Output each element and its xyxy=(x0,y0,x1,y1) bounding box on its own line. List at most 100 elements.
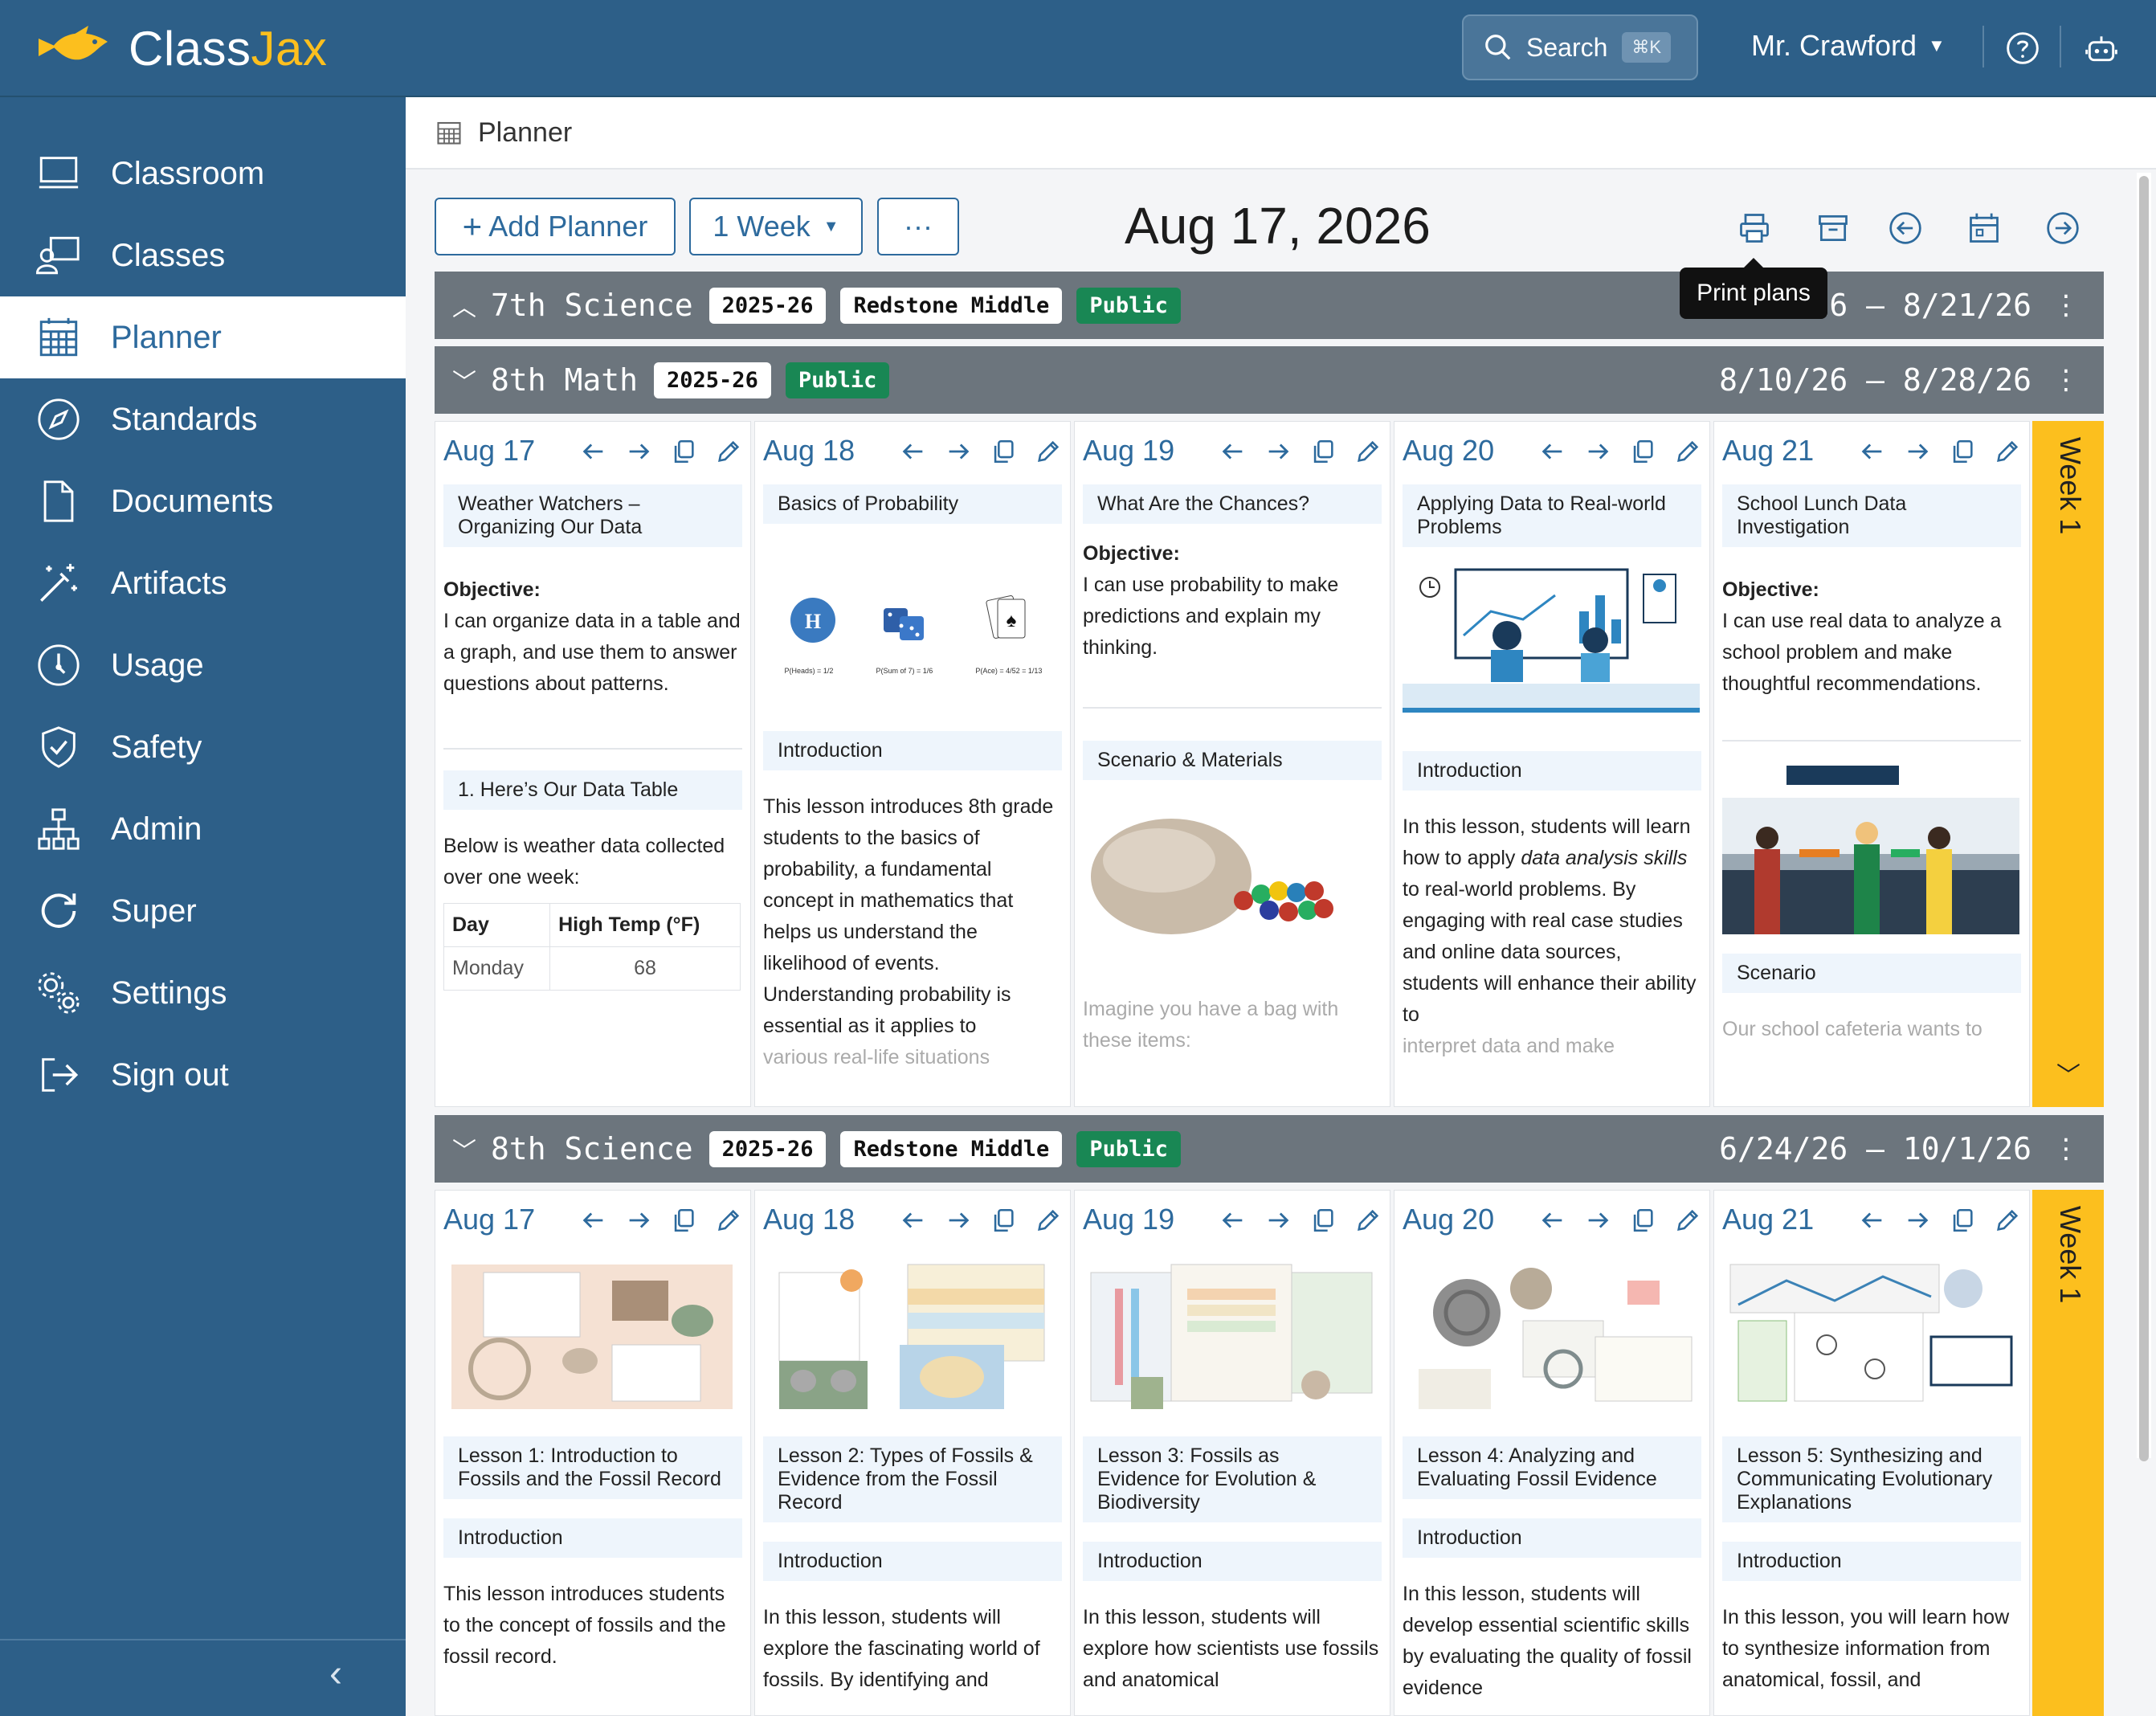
arrow-right-icon[interactable] xyxy=(625,1207,652,1234)
section-heading[interactable]: Scenario & Materials xyxy=(1083,741,1382,780)
pencil-icon[interactable] xyxy=(1035,1207,1062,1234)
section-heading[interactable]: Introduction xyxy=(443,1518,742,1558)
arrow-right-icon[interactable] xyxy=(1904,1207,1931,1234)
scrollbar-thumb[interactable] xyxy=(2139,176,2149,1461)
lesson-title[interactable]: Lesson 1: Introduction to Fossils and th… xyxy=(443,1436,742,1499)
lesson-title[interactable]: Lesson 2: Types of Fossils & Evidence fr… xyxy=(763,1436,1062,1522)
sidebar-item-super[interactable]: Super xyxy=(0,870,406,952)
sidebar-item-documents[interactable]: Documents xyxy=(0,460,406,542)
sidebar-item-safety[interactable]: Safety xyxy=(0,706,406,788)
lesson-title[interactable]: Basics of Probability xyxy=(763,484,1062,524)
arrow-right-icon[interactable] xyxy=(1264,1207,1292,1234)
arrow-right-icon[interactable] xyxy=(1584,438,1611,465)
arrow-left-icon[interactable] xyxy=(900,438,927,465)
range-select[interactable]: 1 Week ▼ xyxy=(689,198,863,255)
chevron-down-icon[interactable]: ﹀ xyxy=(2056,1056,2080,1091)
help-icon[interactable] xyxy=(2005,31,2040,66)
copy-icon[interactable] xyxy=(1309,438,1337,465)
scrollbar[interactable] xyxy=(2137,173,2151,1461)
planner-bar-8th-science[interactable]: ﹀ 8th Science 2025-26 Redstone Middle Pu… xyxy=(435,1115,2104,1183)
section-heading[interactable]: Introduction xyxy=(1403,751,1701,791)
calendar-icon[interactable] xyxy=(1966,210,2002,246)
copy-icon[interactable] xyxy=(990,1207,1017,1234)
arrow-right-icon[interactable] xyxy=(945,1207,972,1234)
sidebar-item-admin[interactable]: Admin xyxy=(0,788,406,870)
sidebar-item-classroom[interactable]: Classroom xyxy=(0,133,406,214)
arrow-right-icon[interactable] xyxy=(1584,1207,1611,1234)
sidebar-item-usage[interactable]: Usage xyxy=(0,624,406,706)
arrow-right-icon[interactable] xyxy=(625,438,652,465)
copy-icon[interactable] xyxy=(1949,1207,1976,1234)
sidebar-item-settings[interactable]: Settings xyxy=(0,952,406,1034)
sidebar-item-classes[interactable]: Classes xyxy=(0,214,406,296)
copy-icon[interactable] xyxy=(1629,1207,1656,1234)
copy-icon[interactable] xyxy=(1949,438,1976,465)
arrow-left-icon[interactable] xyxy=(580,438,607,465)
pencil-icon[interactable] xyxy=(1035,438,1062,465)
arrow-left-icon[interactable] xyxy=(580,1207,607,1234)
lesson-title[interactable]: Lesson 4: Analyzing and Evaluating Fossi… xyxy=(1403,1436,1701,1499)
section-heading[interactable]: Introduction xyxy=(763,731,1062,770)
sidebar-item-artifacts[interactable]: Artifacts xyxy=(0,542,406,624)
kebab-menu-icon[interactable]: ⋮ xyxy=(2052,289,2080,321)
pencil-icon[interactable] xyxy=(1994,1207,2021,1234)
copy-icon[interactable] xyxy=(1629,438,1656,465)
planner-bar-7th-science[interactable]: ︿ 7th Science 2025-26 Redstone Middle Pu… xyxy=(435,272,2104,339)
section-heading[interactable]: Introduction xyxy=(1403,1518,1701,1558)
arrow-left-icon[interactable] xyxy=(1859,1207,1886,1234)
search-button[interactable]: Search ⌘K xyxy=(1462,14,1698,80)
lesson-title[interactable]: What Are the Chances? xyxy=(1083,484,1382,524)
planner-bar-8th-math[interactable]: ﹀ 8th Math 2025-26 Public 8/10/26 – 8/28… xyxy=(435,346,2104,414)
pencil-icon[interactable] xyxy=(1354,1207,1382,1234)
arrow-left-icon[interactable] xyxy=(1219,1207,1247,1234)
week-tab[interactable]: Week 1 xyxy=(2032,1190,2104,1716)
user-menu[interactable]: Mr. Crawford ▼ xyxy=(1751,29,1946,63)
copy-icon[interactable] xyxy=(990,438,1017,465)
arrow-left-icon[interactable] xyxy=(1219,438,1247,465)
pencil-icon[interactable] xyxy=(1674,1207,1701,1234)
printer-icon[interactable] xyxy=(1737,210,1772,246)
chevron-down-icon[interactable]: ﹀ xyxy=(452,362,476,398)
lesson-title[interactable]: Applying Data to Real-world Problems xyxy=(1403,484,1701,547)
arrow-right-icon[interactable] xyxy=(1264,438,1292,465)
section-heading[interactable]: 1. Here’s Our Data Table xyxy=(443,770,742,810)
arrow-left-icon[interactable] xyxy=(1539,438,1566,465)
sidebar-item-planner[interactable]: Planner xyxy=(0,296,406,378)
kebab-menu-icon[interactable]: ⋮ xyxy=(2052,364,2080,396)
arrow-left-icon[interactable] xyxy=(1859,438,1886,465)
chevron-up-icon[interactable]: ︿ xyxy=(452,288,476,323)
pencil-icon[interactable] xyxy=(1354,438,1382,465)
arrow-left-icon[interactable] xyxy=(900,1207,927,1234)
kebab-menu-icon[interactable]: ⋮ xyxy=(2052,1133,2080,1165)
copy-icon[interactable] xyxy=(670,438,697,465)
arrow-right-icon[interactable] xyxy=(1904,438,1931,465)
pencil-icon[interactable] xyxy=(1674,438,1701,465)
next-arrow-circle-icon[interactable] xyxy=(2045,210,2080,246)
logo[interactable]: ClassJax xyxy=(32,18,327,79)
sidebar-item-sign-out[interactable]: Sign out xyxy=(0,1034,406,1116)
pencil-icon[interactable] xyxy=(1994,438,2021,465)
lesson-title[interactable]: Lesson 3: Fossils as Evidence for Evolut… xyxy=(1083,1436,1382,1522)
section-heading[interactable]: Introduction xyxy=(1083,1542,1382,1581)
add-planner-button[interactable]: + Add Planner xyxy=(435,198,676,255)
section-heading[interactable]: Introduction xyxy=(1722,1542,2021,1581)
collapse-sidebar-icon[interactable]: ‹ xyxy=(329,1652,342,1696)
lesson-title[interactable]: School Lunch Data Investigation xyxy=(1722,484,2021,547)
section-heading[interactable]: Scenario xyxy=(1722,954,2021,993)
more-options-button[interactable]: ··· xyxy=(877,198,959,255)
lesson-title[interactable]: Weather Watchers – Organizing Our Data xyxy=(443,484,742,547)
archive-icon[interactable] xyxy=(1815,210,1851,246)
chevron-down-icon[interactable]: ﹀ xyxy=(452,1131,476,1166)
section-heading[interactable]: Introduction xyxy=(763,1542,1062,1581)
sidebar-item-standards[interactable]: Standards xyxy=(0,378,406,460)
pencil-icon[interactable] xyxy=(715,1207,742,1234)
week-tab[interactable]: Week 1 ﹀ xyxy=(2032,421,2104,1107)
arrow-left-icon[interactable] xyxy=(1539,1207,1566,1234)
previous-arrow-circle-icon[interactable] xyxy=(1888,210,1923,246)
arrow-right-icon[interactable] xyxy=(945,438,972,465)
pencil-icon[interactable] xyxy=(715,438,742,465)
lesson-title[interactable]: Lesson 5: Synthesizing and Communicating… xyxy=(1722,1436,2021,1522)
robot-icon[interactable] xyxy=(2084,31,2119,66)
copy-icon[interactable] xyxy=(1309,1207,1337,1234)
copy-icon[interactable] xyxy=(670,1207,697,1234)
